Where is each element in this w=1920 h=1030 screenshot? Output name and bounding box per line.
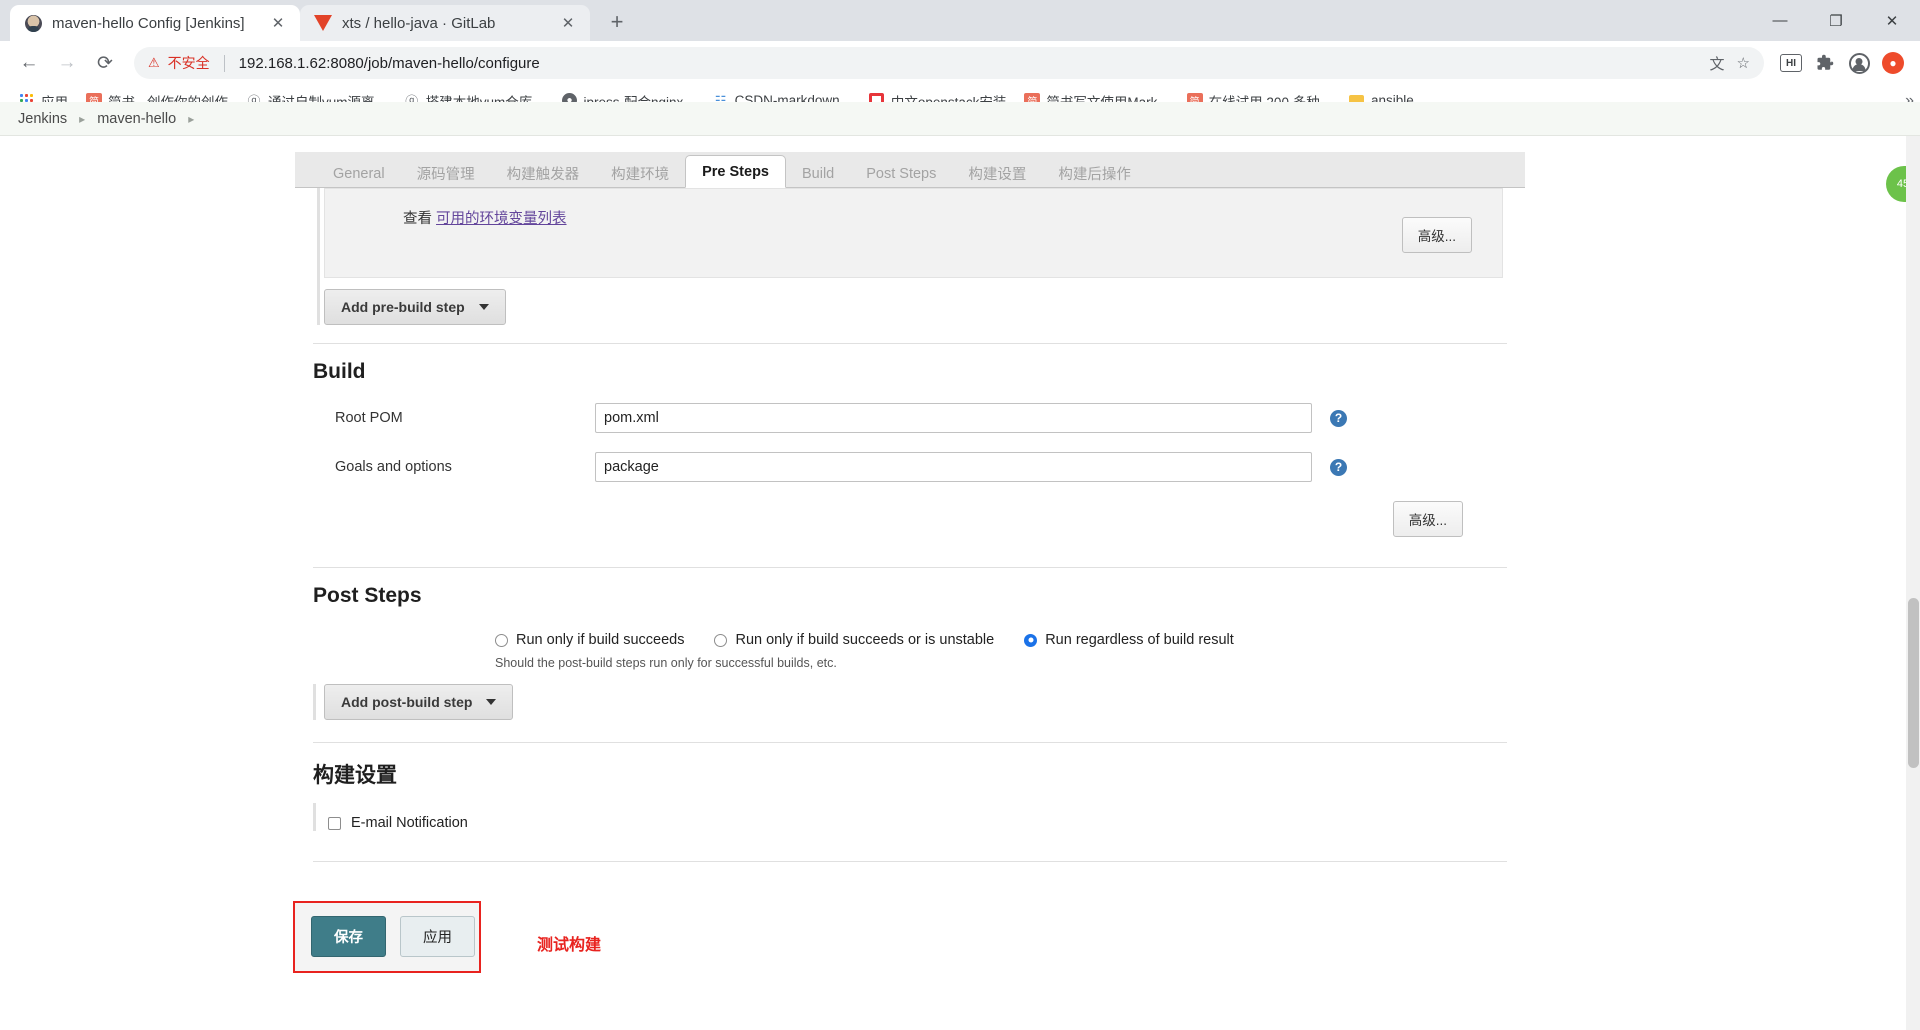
browser-tab-title: xts / hello-java · GitLab	[342, 14, 496, 32]
chevron-down-icon	[486, 699, 497, 705]
close-icon[interactable]: ✕	[268, 13, 288, 33]
email-notification-row[interactable]: E-mail Notification	[324, 803, 468, 843]
translate-icon[interactable]: 文	[1710, 53, 1725, 74]
breadcrumb-separator-icon: ▸	[188, 111, 195, 126]
config-form: 查看 可用的环境变量列表 高级... Add pre-build step Bu…	[295, 188, 1525, 862]
window-close-button[interactable]: ✕	[1864, 0, 1920, 41]
browser-chrome: maven-hello Config [Jenkins] ✕ xts / hel…	[0, 0, 1920, 117]
add-pre-build-step-label: Add pre-build step	[341, 299, 465, 315]
post-build-actions-divider	[313, 861, 1507, 862]
pre-steps-block: 查看 可用的环境变量列表 高级... Add pre-build step	[317, 188, 1503, 325]
help-icon[interactable]: ?	[1330, 458, 1347, 476]
env-prefix-label: 查看	[403, 211, 432, 227]
forward-icon[interactable]: →	[50, 46, 84, 80]
radio-label: Run regardless of build result	[1045, 632, 1234, 648]
build-settings-heading: 构建设置	[313, 764, 397, 787]
pre-steps-panel: 查看 可用的环境变量列表 高级...	[324, 188, 1503, 278]
breadcrumb-item-maven-hello[interactable]: maven-hello	[97, 111, 176, 127]
tab-pre-steps[interactable]: Pre Steps	[685, 155, 786, 188]
tab-source-management[interactable]: 源码管理	[401, 159, 491, 188]
build-advanced-row: 高级...	[295, 487, 1525, 549]
tab-general[interactable]: General	[317, 159, 401, 188]
build-section-heading: Build	[313, 360, 366, 383]
warning-triangle-icon: ⚠	[148, 55, 160, 70]
breadcrumb-separator-icon: ▸	[79, 111, 86, 126]
available-env-variables-link[interactable]: 可用的环境变量列表	[436, 211, 567, 227]
back-icon[interactable]: ←	[12, 46, 46, 80]
root-pom-input[interactable]: pom.xml	[595, 403, 1312, 433]
tab-build-environment[interactable]: 构建环境	[595, 159, 685, 188]
save-apply-region: 保存 应用	[293, 901, 481, 973]
apply-button[interactable]: 应用	[400, 916, 475, 957]
email-notification-label: E-mail Notification	[351, 815, 468, 831]
tab-build-triggers[interactable]: 构建触发器	[491, 159, 596, 188]
tab-strip: maven-hello Config [Jenkins] ✕ xts / hel…	[0, 0, 1920, 41]
browser-tab-title: maven-hello Config [Jenkins]	[52, 14, 245, 32]
radio-run-only-if-succeeds[interactable]	[495, 633, 508, 647]
tab-build-settings[interactable]: 构建设置	[952, 159, 1042, 188]
chevron-down-icon	[478, 304, 489, 310]
build-advanced-button[interactable]: 高级...	[1392, 501, 1463, 537]
puzzle-extensions-icon[interactable]	[1810, 48, 1840, 78]
add-post-build-step-button[interactable]: Add post-build step	[324, 684, 514, 720]
reload-icon[interactable]: ⟳	[88, 46, 122, 80]
chrome-menu-icon[interactable]: ●	[1878, 48, 1908, 78]
hi-extension-icon[interactable]: HI	[1776, 48, 1806, 78]
jenkins-favicon-icon	[24, 14, 42, 32]
config-tab-bar: General 源码管理 构建触发器 构建环境 Pre Steps Build …	[295, 152, 1525, 188]
help-icon[interactable]: ?	[1330, 409, 1347, 427]
add-post-build-step-label: Add post-build step	[341, 694, 473, 710]
root-pom-label: Root POM	[335, 410, 403, 426]
post-steps-heading: Post Steps	[313, 584, 422, 607]
scrollbar-thumb[interactable]	[1908, 598, 1919, 768]
close-icon[interactable]: ✕	[558, 13, 578, 33]
root-pom-value: pom.xml	[604, 410, 659, 426]
maximize-button[interactable]: ❐	[1808, 0, 1864, 41]
radio-label: Run only if build succeeds or is unstabl…	[735, 632, 995, 648]
annotation-text: 测试构建	[537, 937, 602, 954]
root-pom-row: Root POM pom.xml ?	[295, 398, 1525, 438]
add-pre-build-step-button[interactable]: Add pre-build step	[324, 289, 506, 325]
env-variables-row: 查看 可用的环境变量列表	[403, 207, 1502, 228]
breadcrumb: Jenkins ▸ maven-hello ▸	[0, 102, 1920, 136]
post-steps-hint: Should the post-build steps run only for…	[495, 656, 837, 670]
bookmark-star-icon[interactable]: ☆	[1737, 54, 1750, 72]
new-tab-button[interactable]: +	[600, 5, 634, 39]
security-status-label[interactable]: 不安全	[168, 53, 210, 73]
pre-steps-advanced-button[interactable]: 高级...	[1401, 217, 1472, 253]
browser-tab-gitlab[interactable]: xts / hello-java · GitLab ✕	[300, 5, 590, 41]
radio-label: Run only if build succeeds	[516, 632, 685, 648]
minimize-button[interactable]: —	[1752, 0, 1808, 41]
goals-options-input[interactable]: package	[595, 452, 1312, 482]
breadcrumb-item-jenkins[interactable]: Jenkins	[18, 111, 67, 127]
jenkins-page: Jenkins ▸ maven-hello ▸ 45 General 源码管理 …	[0, 102, 1920, 1030]
profile-avatar-icon[interactable]	[1844, 48, 1874, 78]
window-controls: — ❐ ✕	[1752, 0, 1920, 41]
url-text: 192.168.1.62:8080/job/maven-hello/config…	[238, 54, 540, 72]
address-bar[interactable]: ⚠ 不安全 192.168.1.62:8080/job/maven-hello/…	[134, 47, 1764, 79]
save-button[interactable]: 保存	[311, 916, 386, 957]
omnibox-divider	[223, 54, 225, 72]
post-steps-radio-group: Run only if build succeeds Run only if b…	[295, 622, 1525, 648]
goals-options-row: Goals and options package ?	[295, 438, 1525, 487]
goals-options-label: Goals and options	[335, 459, 452, 475]
radio-run-if-succeeds-or-unstable[interactable]	[714, 633, 728, 647]
page-scrollbar[interactable]	[1906, 136, 1920, 1030]
tab-post-steps[interactable]: Post Steps	[850, 159, 952, 188]
browser-tab-jenkins[interactable]: maven-hello Config [Jenkins] ✕	[10, 5, 300, 41]
email-notification-checkbox[interactable]	[328, 816, 341, 830]
gitlab-favicon-icon	[314, 14, 332, 32]
tab-build[interactable]: Build	[786, 159, 850, 188]
post-steps-left-rule	[313, 684, 316, 720]
goals-options-value: package	[604, 459, 659, 475]
browser-toolbar: ← → ⟳ ⚠ 不安全 192.168.1.62:8080/job/maven-…	[0, 41, 1920, 85]
tab-post-build-actions[interactable]: 构建后操作	[1042, 159, 1147, 188]
radio-run-regardless[interactable]	[1024, 633, 1038, 647]
build-settings-left-rule	[313, 803, 316, 831]
